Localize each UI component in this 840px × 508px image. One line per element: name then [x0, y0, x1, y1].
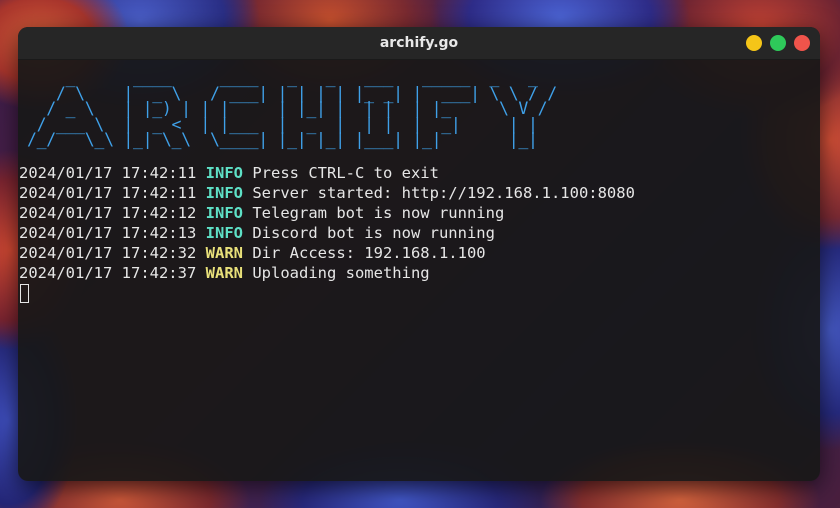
log-timestamp: 2024/01/17 17:42:37 [19, 263, 197, 282]
log-level: WARN [205, 243, 243, 262]
log-level: INFO [205, 163, 243, 182]
log-line: 2024/01/17 17:42:13 INFO Discord bot is … [19, 223, 820, 243]
text-cursor[interactable] [20, 284, 29, 304]
log-message: Telegram bot is now running [252, 203, 505, 222]
log-level: INFO [205, 203, 243, 222]
title-bar[interactable]: archify.go [18, 27, 820, 60]
log-line: 2024/01/17 17:42:32 WARN Dir Access: 192… [19, 243, 820, 263]
log-line: 2024/01/17 17:42:37 WARN Uploading somet… [19, 263, 820, 283]
window-title: archify.go [379, 35, 459, 51]
log-timestamp: 2024/01/17 17:42:13 [19, 223, 197, 242]
log-message: Dir Access: 192.168.1.100 [252, 243, 486, 262]
log-timestamp: 2024/01/17 17:42:12 [19, 203, 197, 222]
log-timestamp: 2024/01/17 17:42:32 [19, 243, 197, 262]
log-list: 2024/01/17 17:42:11 INFO Press CTRL-C to… [19, 163, 820, 304]
log-message: Press CTRL-C to exit [252, 163, 439, 182]
terminal-window: archify.go _ ____ ____ _ _ ___ _____ _ _… [18, 27, 820, 481]
log-message: Discord bot is now running [252, 223, 495, 242]
window-controls [746, 35, 810, 51]
log-line: 2024/01/17 17:42:11 INFO Press CTRL-C to… [19, 163, 820, 183]
log-message: Uploading something [252, 263, 430, 282]
maximize-button[interactable] [770, 35, 786, 51]
minimize-button[interactable] [746, 35, 762, 51]
log-level: INFO [205, 223, 243, 242]
log-level: INFO [205, 183, 243, 202]
log-line: 2024/01/17 17:42:11 INFO Server started:… [19, 183, 820, 203]
terminal-output[interactable]: _ ____ ____ _ _ ___ _____ _ _ / \ | _ \ … [18, 60, 820, 304]
log-timestamp: 2024/01/17 17:42:11 [19, 183, 197, 202]
log-level: WARN [205, 263, 243, 282]
ascii-banner: _ ____ ____ _ _ ___ _____ _ _ / \ | _ \ … [27, 68, 557, 149]
prompt-line [19, 283, 820, 304]
log-message: Server started: http://192.168.1.100:808… [252, 183, 635, 202]
log-timestamp: 2024/01/17 17:42:11 [19, 163, 197, 182]
log-line: 2024/01/17 17:42:12 INFO Telegram bot is… [19, 203, 820, 223]
close-button[interactable] [794, 35, 810, 51]
